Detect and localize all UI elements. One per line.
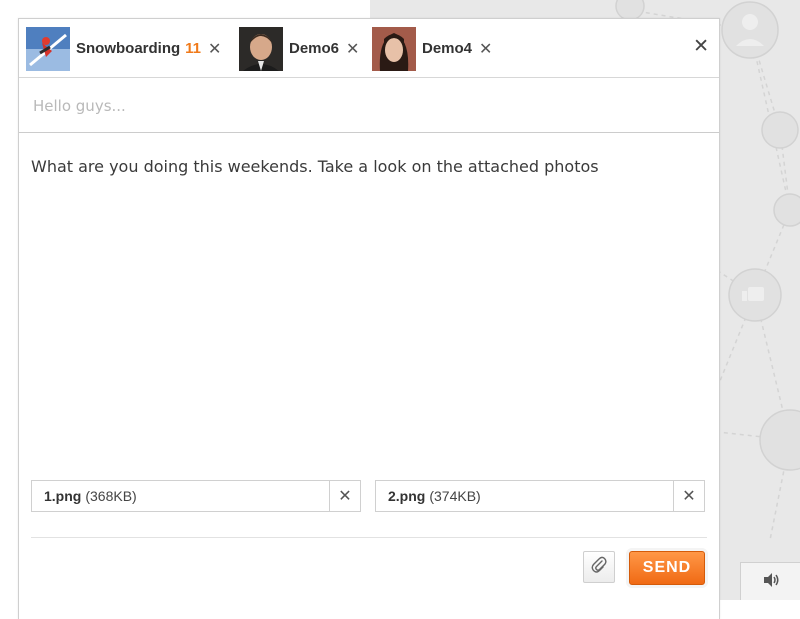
sound-toggle-button[interactable]	[740, 562, 800, 600]
recipient-bar: Snowboarding 11 ✕ Demo6 ✕ Demo4 ✕ ✕	[19, 19, 719, 78]
attachment-item: 2.png (374KB) ✕	[375, 480, 705, 512]
remove-recipient-icon[interactable]: ✕	[479, 40, 492, 57]
remove-recipient-icon[interactable]: ✕	[208, 40, 221, 57]
recipient-chip-demo4[interactable]: Demo4 ✕	[372, 26, 492, 71]
remove-attachment-icon[interactable]: ✕	[673, 481, 704, 511]
snowboarder-avatar	[26, 26, 70, 71]
close-icon[interactable]: ✕	[693, 37, 709, 56]
recipient-name: Demo6	[289, 40, 340, 57]
recipient-member-count: 11	[185, 40, 202, 57]
recipient-chip-snowboarding[interactable]: Snowboarding 11 ✕	[26, 26, 221, 71]
subject-row	[19, 78, 719, 133]
message-body[interactable]: What are you doing this weekends. Take a…	[31, 157, 707, 176]
recipient-name: Snowboarding	[76, 40, 181, 57]
attachment-name: 2.png	[388, 488, 426, 504]
subject-input[interactable]	[31, 92, 705, 120]
attachment-size: (368KB)	[85, 488, 137, 504]
remove-recipient-icon[interactable]: ✕	[346, 40, 359, 57]
man-avatar	[239, 26, 283, 71]
recipient-chip-demo6[interactable]: Demo6 ✕	[239, 26, 359, 71]
speaker-icon	[762, 572, 780, 592]
attachment-name: 1.png	[44, 488, 82, 504]
woman-avatar	[372, 26, 416, 71]
attachment-size: (374KB)	[429, 488, 481, 504]
attachment-item: 1.png (368KB) ✕	[31, 480, 361, 512]
send-button[interactable]: SEND	[629, 551, 705, 585]
paperclip-icon	[591, 556, 607, 578]
message-composer: Snowboarding 11 ✕ Demo6 ✕ Demo4 ✕ ✕ Hell…	[18, 18, 720, 619]
footer-divider	[31, 537, 707, 538]
attach-file-button[interactable]	[583, 551, 615, 583]
recipient-name: Demo4	[422, 40, 473, 57]
attachment-filename: 1.png (368KB)	[44, 488, 137, 504]
attachment-filename: 2.png (374KB)	[388, 488, 481, 504]
remove-attachment-icon[interactable]: ✕	[329, 481, 360, 511]
